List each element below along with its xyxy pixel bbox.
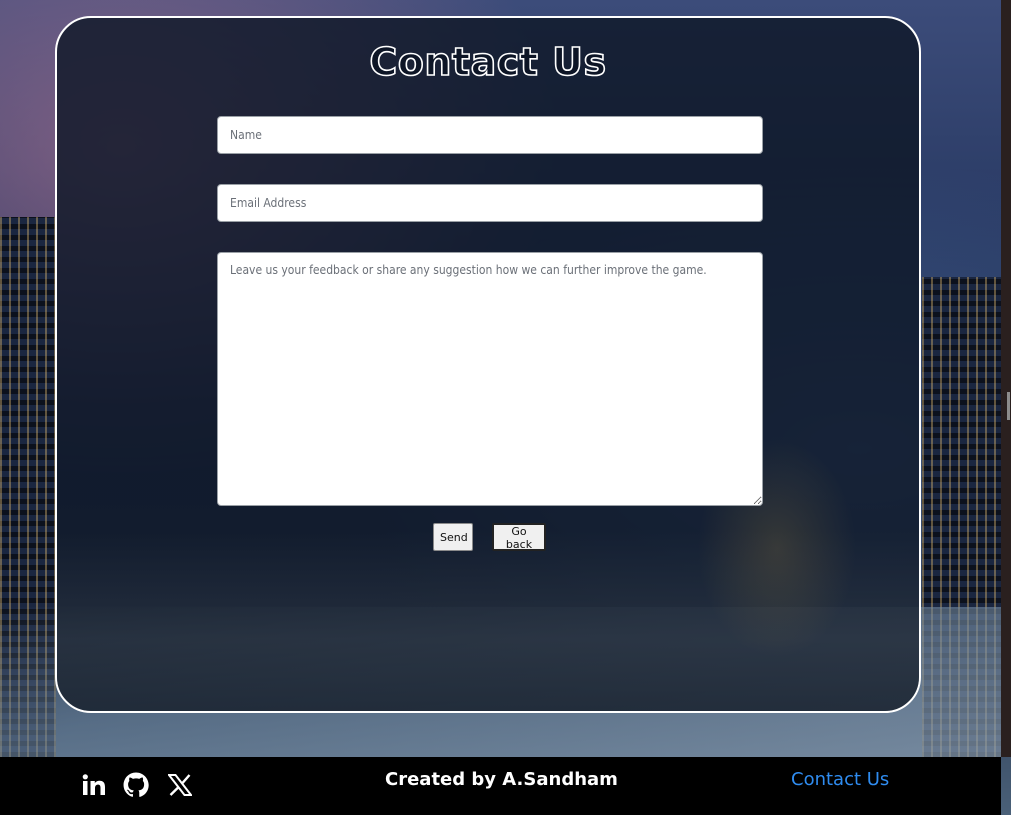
- credit-text: Created by A.Sandham: [385, 769, 618, 790]
- github-icon[interactable]: [122, 771, 150, 799]
- send-button[interactable]: Send: [433, 523, 473, 551]
- scrollbar-thumb[interactable]: [1007, 392, 1010, 420]
- page-title: Contact Us: [369, 39, 607, 85]
- feedback-textarea[interactable]: [217, 252, 763, 506]
- x-icon[interactable]: [166, 771, 194, 799]
- contact-panel: Contact Us Send Go back: [55, 16, 921, 713]
- go-back-button[interactable]: Go back: [492, 523, 546, 551]
- email-field[interactable]: [217, 184, 763, 222]
- name-field[interactable]: [217, 116, 763, 154]
- linkedin-icon[interactable]: [80, 771, 108, 799]
- contact-us-link[interactable]: Contact Us: [791, 769, 889, 790]
- scrollbar-strip[interactable]: [1001, 0, 1011, 757]
- footer: Created by A.Sandham Contact Us: [0, 757, 1001, 815]
